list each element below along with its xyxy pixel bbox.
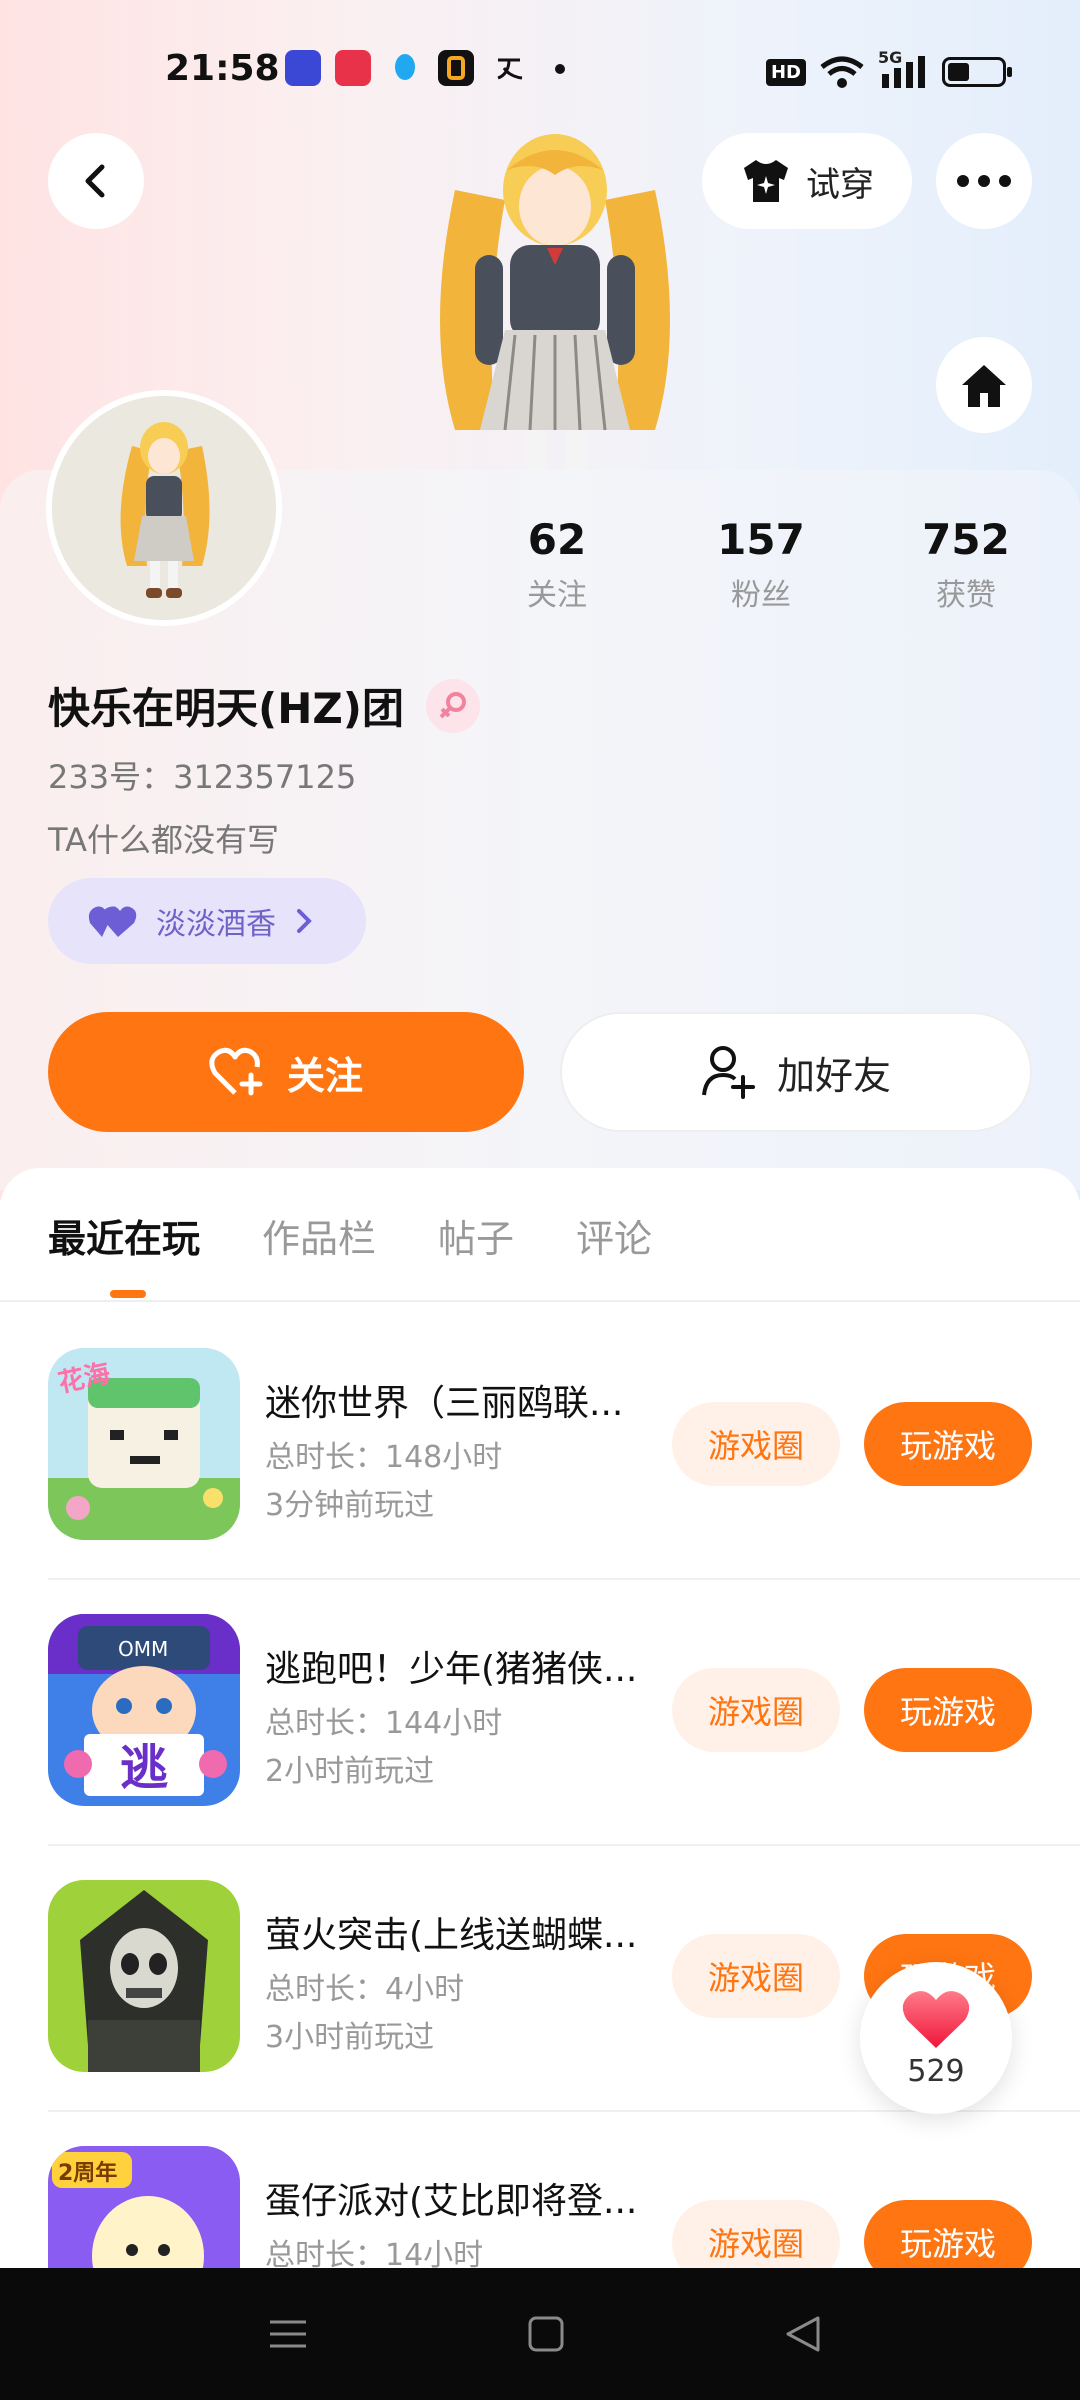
tabs-divider <box>0 1300 1080 1302</box>
game-row[interactable]: 2周年 蛋仔派对(艾比即将登... 总时长：14小时 游戏圈 玩游戏 <box>0 2142 1080 2268</box>
try-on-button[interactable]: 试穿 <box>702 133 912 229</box>
game-last-played: 3分钟前玩过 <box>265 1488 435 1523</box>
battery-icon <box>942 57 1012 87</box>
game-duration: 总时长：144小时 <box>265 1706 503 1741</box>
play-game-button[interactable]: 玩游戏 <box>864 1402 1032 1486</box>
chevron-left-icon <box>85 164 105 198</box>
home-icon <box>962 365 1006 407</box>
stat-likes-count: 752 <box>922 515 1010 564</box>
game-icon-mini-world: 花海 <box>48 1348 240 1540</box>
stat-fans-count: 157 <box>717 515 805 564</box>
like-floating-button[interactable]: 529 <box>860 1962 1012 2114</box>
more-options-button[interactable] <box>936 133 1032 229</box>
play-game-button[interactable]: 玩游戏 <box>864 2200 1032 2268</box>
app-icon-d <box>438 50 474 86</box>
stat-following[interactable]: 62 关注 <box>457 515 657 614</box>
game-circle-button[interactable]: 游戏圈 <box>672 1668 840 1752</box>
stat-likes-label: 获赞 <box>936 578 996 613</box>
user-bio: TA什么都没有写 <box>48 821 279 859</box>
game-title: 逃跑吧！少年(猪猪侠... <box>265 1649 638 1690</box>
game-icon-sign-text: 逃 <box>120 1740 168 1796</box>
play-game-button[interactable]: 玩游戏 <box>864 1668 1032 1752</box>
heart-icon <box>902 1990 970 2048</box>
battery-level <box>948 63 969 81</box>
stat-likes[interactable]: 752 获赞 <box>866 515 1066 614</box>
system-navigation-bar <box>0 2268 1080 2400</box>
title-tag-label: 淡淡酒香 <box>156 907 276 942</box>
user-id: 233号：312357125 <box>48 758 357 796</box>
game-duration: 总时长：4小时 <box>265 1972 465 2007</box>
username: 快乐在明天(HZ)团 <box>48 684 404 733</box>
game-title: 蛋仔派对(艾比即将登... <box>265 2181 638 2222</box>
game-last-played: 3小时前玩过 <box>265 2020 435 2055</box>
home-button[interactable] <box>936 337 1032 433</box>
follow-label: 关注 <box>286 1053 363 1098</box>
add-user-icon <box>701 1046 755 1099</box>
more-dots-icon <box>957 175 1011 187</box>
tab-recently-played[interactable]: 最近在玩 <box>48 1208 200 1263</box>
status-bar: 21:58 HD 5G <box>0 40 1080 104</box>
back-button[interactable] <box>48 133 144 229</box>
tab-works[interactable]: 作品栏 <box>262 1208 376 1263</box>
menu-icon[interactable] <box>262 2308 314 2360</box>
try-on-label: 试穿 <box>806 164 874 205</box>
more-notifications-dot-icon <box>555 64 565 74</box>
female-gender-icon <box>426 678 480 733</box>
signal-icon: 5G <box>878 48 928 90</box>
double-heart-icon <box>88 906 137 937</box>
heart-plus-icon <box>209 1047 263 1096</box>
stat-fans-label: 粉丝 <box>731 578 791 613</box>
profile-tabs: 最近在玩 作品栏 帖子 评论 <box>48 1208 652 1263</box>
game-duration: 总时长：14小时 <box>265 2238 484 2268</box>
game-icon-run-boy: OMM 逃 <box>48 1614 240 1806</box>
game-title: 迷你世界（三丽鸥联... <box>265 1383 624 1424</box>
username-row: 快乐在明天(HZ)团 <box>48 675 480 736</box>
flashlight-app-icon <box>285 50 321 86</box>
xiaohongshu-app-icon <box>335 50 371 86</box>
status-time: 21:58 <box>165 48 280 89</box>
active-tab-indicator <box>110 1290 146 1298</box>
back-nav-icon[interactable] <box>778 2308 830 2360</box>
stat-following-label: 关注 <box>527 578 587 613</box>
game-icon-firefly-assault <box>48 1880 240 2072</box>
row-divider <box>48 1844 1080 1846</box>
translate-app-icon <box>492 50 528 86</box>
game-icon-hat-text: OMM <box>118 1637 168 1661</box>
game-title: 萤火突击(上线送蝴蝶... <box>265 1915 638 1956</box>
add-friend-button[interactable]: 加好友 <box>560 1012 1032 1132</box>
game-icon-eggy-party: 2周年 <box>48 2146 240 2268</box>
avatar-image <box>52 396 276 620</box>
game-circle-button[interactable]: 游戏圈 <box>672 1934 840 2018</box>
title-tag-chip[interactable]: 淡淡酒香 <box>48 878 366 964</box>
game-icon-badge-text: 2周年 <box>58 2160 117 2186</box>
row-divider <box>48 1578 1080 1580</box>
chevron-right-icon <box>297 909 312 933</box>
avatar[interactable] <box>46 390 282 626</box>
game-duration: 总时长：148小时 <box>265 1440 503 1475</box>
tshirt-icon <box>744 160 788 202</box>
add-friend-label: 加好友 <box>776 1053 891 1098</box>
game-circle-button[interactable]: 游戏圈 <box>672 1402 840 1486</box>
stat-following-count: 62 <box>527 515 587 564</box>
wifi-icon <box>820 56 864 88</box>
stat-fans[interactable]: 157 粉丝 <box>661 515 861 614</box>
game-row[interactable]: 花海 迷你世界（三丽鸥联... 总时长：148小时 3分钟前玩过 游戏圈 玩游戏 <box>0 1344 1080 1610</box>
game-circle-button[interactable]: 游戏圈 <box>672 2200 840 2268</box>
status-right-icons: HD 5G <box>765 48 1012 90</box>
like-count: 529 <box>907 2053 965 2089</box>
tab-posts[interactable]: 帖子 <box>438 1208 514 1263</box>
qq-app-icon <box>387 50 423 86</box>
home-nav-icon[interactable] <box>520 2308 572 2360</box>
tab-comments[interactable]: 评论 <box>576 1208 652 1263</box>
game-row[interactable]: OMM 逃 逃跑吧！少年(猪猪侠... 总时长：144小时 2小时前玩过 游戏圈… <box>0 1610 1080 1876</box>
hd-icon: HD <box>765 58 806 86</box>
game-last-played: 2小时前玩过 <box>265 1754 435 1789</box>
follow-button[interactable]: 关注 <box>48 1012 524 1132</box>
avatar-character-illustration <box>440 134 670 470</box>
